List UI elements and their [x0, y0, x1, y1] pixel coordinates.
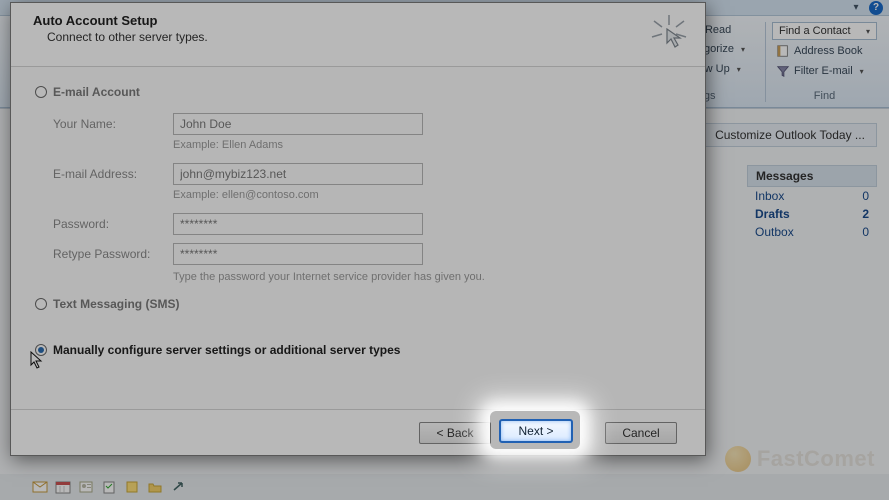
radio-email-account[interactable]: E-mail Account [35, 85, 681, 99]
password-label: Password: [53, 217, 163, 231]
radio-icon [35, 298, 47, 310]
email-account-form: Your Name: Example: Ellen Adams E-mail A… [53, 113, 681, 283]
email-input[interactable] [173, 163, 423, 185]
radio-manual-config-label: Manually configure server settings or ad… [53, 343, 400, 357]
radio-icon [35, 86, 47, 98]
dialog-subtitle: Connect to other server types. [33, 30, 208, 44]
cursor-star-icon [649, 13, 689, 53]
dialog-footer: < Back Cancel [11, 409, 705, 455]
retype-password-input[interactable] [173, 243, 423, 265]
dialog-header: Auto Account Setup Connect to other serv… [11, 3, 705, 67]
email-label: E-mail Address: [53, 167, 163, 181]
email-hint: Example: ellen@contoso.com [173, 189, 423, 201]
your-name-input[interactable] [173, 113, 423, 135]
dialog-title: Auto Account Setup [33, 13, 208, 28]
back-button[interactable]: < Back [419, 422, 491, 444]
password-input[interactable] [173, 213, 423, 235]
modal-overlay: Auto Account Setup Connect to other serv… [0, 0, 889, 500]
dialog-body: E-mail Account Your Name: Example: Ellen… [11, 67, 705, 409]
your-name-hint: Example: Ellen Adams [173, 139, 423, 151]
radio-email-account-label: E-mail Account [53, 85, 140, 99]
password-hint: Type the password your Internet service … [173, 271, 513, 283]
cancel-button[interactable]: Cancel [605, 422, 677, 444]
radio-text-messaging-label: Text Messaging (SMS) [53, 297, 179, 311]
radio-icon [35, 344, 47, 356]
auto-account-setup-dialog: Auto Account Setup Connect to other serv… [10, 2, 706, 456]
retype-password-label: Retype Password: [53, 247, 163, 261]
next-button[interactable]: Next > [499, 419, 573, 443]
your-name-label: Your Name: [53, 117, 163, 131]
radio-text-messaging[interactable]: Text Messaging (SMS) [35, 297, 681, 311]
dialog-header-icon [649, 13, 689, 56]
radio-manual-config[interactable]: Manually configure server settings or ad… [35, 343, 681, 357]
